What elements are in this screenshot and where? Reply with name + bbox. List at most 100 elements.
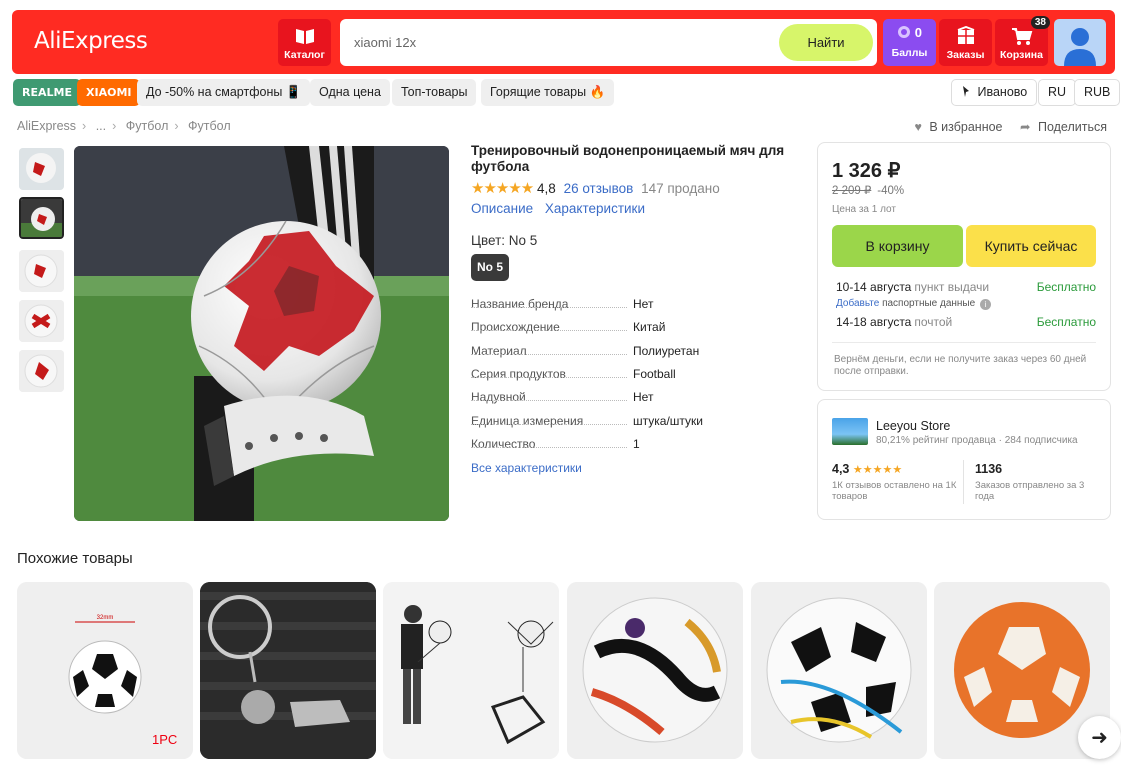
thumbnail-image — [21, 199, 62, 237]
chip-realme[interactable]: REALME — [13, 79, 81, 106]
similar-product-card[interactable]: 32mm 1PC — [17, 582, 193, 759]
city-selector[interactable]: Иваново — [951, 79, 1038, 106]
catalog-label: Каталог — [284, 49, 325, 61]
book-icon — [295, 29, 314, 44]
divider — [963, 460, 964, 504]
thumbnail[interactable] — [19, 148, 64, 190]
spec-value: Football — [633, 367, 676, 381]
cart-label: Корзина — [1000, 49, 1043, 61]
spec-dots — [471, 400, 627, 401]
user-avatar[interactable] — [1054, 19, 1106, 66]
catalog-button[interactable]: Каталог — [278, 19, 331, 66]
similar-product-card[interactable] — [383, 582, 559, 759]
spec-row: Происхождение Китай — [471, 320, 791, 336]
cart-button[interactable]: Корзина 38 — [995, 16, 1050, 66]
thumbnail[interactable] — [19, 350, 64, 392]
chip-smartphones-sale[interactable]: До -50% на смартфоны 📱 — [137, 79, 311, 106]
breadcrumb-item[interactable]: ... — [96, 119, 106, 133]
spec-key: Единица измерения — [471, 414, 584, 428]
spec-row: Количество 1 — [471, 437, 791, 453]
add-to-cart-button[interactable]: В корзину — [832, 225, 963, 267]
sold-count: 147 продано — [641, 181, 720, 196]
size-label: 32mm — [97, 615, 114, 621]
chip-top-products[interactable]: Топ-товары — [392, 79, 477, 106]
chip-xiaomi[interactable]: XIAOMI — [77, 79, 141, 106]
spec-key: Название бренда — [471, 297, 569, 311]
breadcrumb-item[interactable]: Футбол — [188, 119, 231, 133]
color-option-selected[interactable]: No 5 — [471, 254, 509, 281]
favorite-button[interactable]: ♥ В избранное — [910, 120, 1002, 134]
spec-value: штука/штуки — [633, 414, 703, 428]
spec-key: Количество — [471, 437, 536, 451]
cart-count-badge: 38 — [1030, 16, 1050, 29]
chip-one-price[interactable]: Одна цена — [310, 79, 390, 106]
delivery-price: Бесплатно — [1036, 280, 1096, 294]
location-icon — [963, 86, 969, 97]
chevron-right-icon: › — [174, 119, 179, 133]
product-image — [383, 582, 559, 759]
points-button[interactable]: 0 Баллы — [883, 19, 936, 66]
chip-hot-products[interactable]: Горящие товары 🔥 — [481, 79, 615, 106]
tab-description[interactable]: Описание — [471, 201, 533, 216]
buy-now-button[interactable]: Купить сейчас — [966, 225, 1096, 267]
orders-button[interactable]: Заказы — [939, 19, 992, 66]
reviews-link[interactable]: 26 отзывов — [564, 181, 634, 196]
store-logo — [832, 418, 868, 445]
similar-product-card[interactable] — [200, 582, 376, 759]
search-bar: Найти — [340, 19, 877, 66]
rating-value: 4,8 — [537, 181, 556, 196]
old-price-row: 2 209 ₽ -40% — [832, 183, 904, 197]
thumbnail[interactable] — [19, 300, 64, 342]
spec-row: Надувной Нет — [471, 390, 791, 406]
product-title: Тренировочный водонепроницаемый мяч для … — [471, 143, 785, 174]
price-per-lot: Цена за 1 лот — [832, 204, 896, 215]
passport-note: Добавьте паспортные данные i — [836, 298, 991, 310]
top-header: AliExpress Каталог Найти 0 Баллы Заказы … — [12, 10, 1115, 74]
spec-dots — [471, 330, 627, 331]
similar-product-card[interactable] — [751, 582, 927, 759]
spec-value: Полиуретан — [633, 344, 700, 358]
thumbnail[interactable] — [19, 250, 64, 292]
thumbnail-image — [19, 300, 64, 342]
spec-dots — [471, 307, 627, 308]
add-passport-link[interactable]: Добавьте — [836, 298, 879, 309]
delivery-date: 10-14 августа — [836, 280, 912, 294]
store-rating-value: 4,3 — [832, 462, 850, 476]
points-label: Баллы — [891, 47, 928, 59]
image-pager-dots — [638, 762, 668, 768]
chevron-right-icon: › — [82, 119, 87, 133]
search-input[interactable] — [354, 19, 774, 66]
product-image: 32mm 1PC — [17, 582, 193, 759]
share-button[interactable]: ➦ Поделиться — [1016, 120, 1107, 134]
divider — [832, 342, 1096, 343]
favorite-label: В избранное — [929, 120, 1003, 134]
image-pager-dots — [242, 762, 312, 768]
carousel-next-button[interactable]: ➜ — [1078, 716, 1121, 759]
main-product-image[interactable] — [74, 146, 449, 521]
box-icon — [957, 26, 974, 44]
delivery-method: почтой — [914, 315, 953, 329]
info-icon[interactable]: i — [979, 299, 991, 310]
language-selector[interactable]: RU — [1038, 79, 1077, 106]
delivery-date: 14-18 августа — [836, 315, 912, 329]
thumbnail-image — [19, 350, 64, 392]
spec-dots — [471, 447, 627, 448]
breadcrumb-item[interactable]: Футбол — [126, 119, 169, 133]
thumbnail-selected[interactable] — [19, 197, 64, 239]
breadcrumb-item[interactable]: AliExpress — [17, 119, 76, 133]
color-label: Цвет: No 5 — [471, 233, 538, 248]
image-pager-dots — [425, 762, 495, 768]
spec-row: Серия продуктов Football — [471, 367, 791, 383]
aliexpress-logo[interactable]: AliExpress — [34, 28, 148, 54]
chevron-right-icon: › — [112, 119, 117, 133]
all-specs-link[interactable]: Все характеристики — [471, 461, 582, 475]
tab-specs[interactable]: Характеристики — [545, 201, 645, 216]
search-button[interactable]: Найти — [779, 24, 873, 61]
coin-icon — [898, 26, 911, 38]
currency-selector[interactable]: RUB — [1074, 79, 1121, 106]
product-tabs: Описание Характеристики — [471, 201, 653, 216]
similar-product-card[interactable] — [567, 582, 743, 759]
store-card[interactable]: Leeyou Store 80,21% рейтинг продавца · 2… — [817, 399, 1111, 520]
store-name[interactable]: Leeyou Store — [876, 419, 950, 433]
image-pager-dots — [792, 762, 862, 768]
